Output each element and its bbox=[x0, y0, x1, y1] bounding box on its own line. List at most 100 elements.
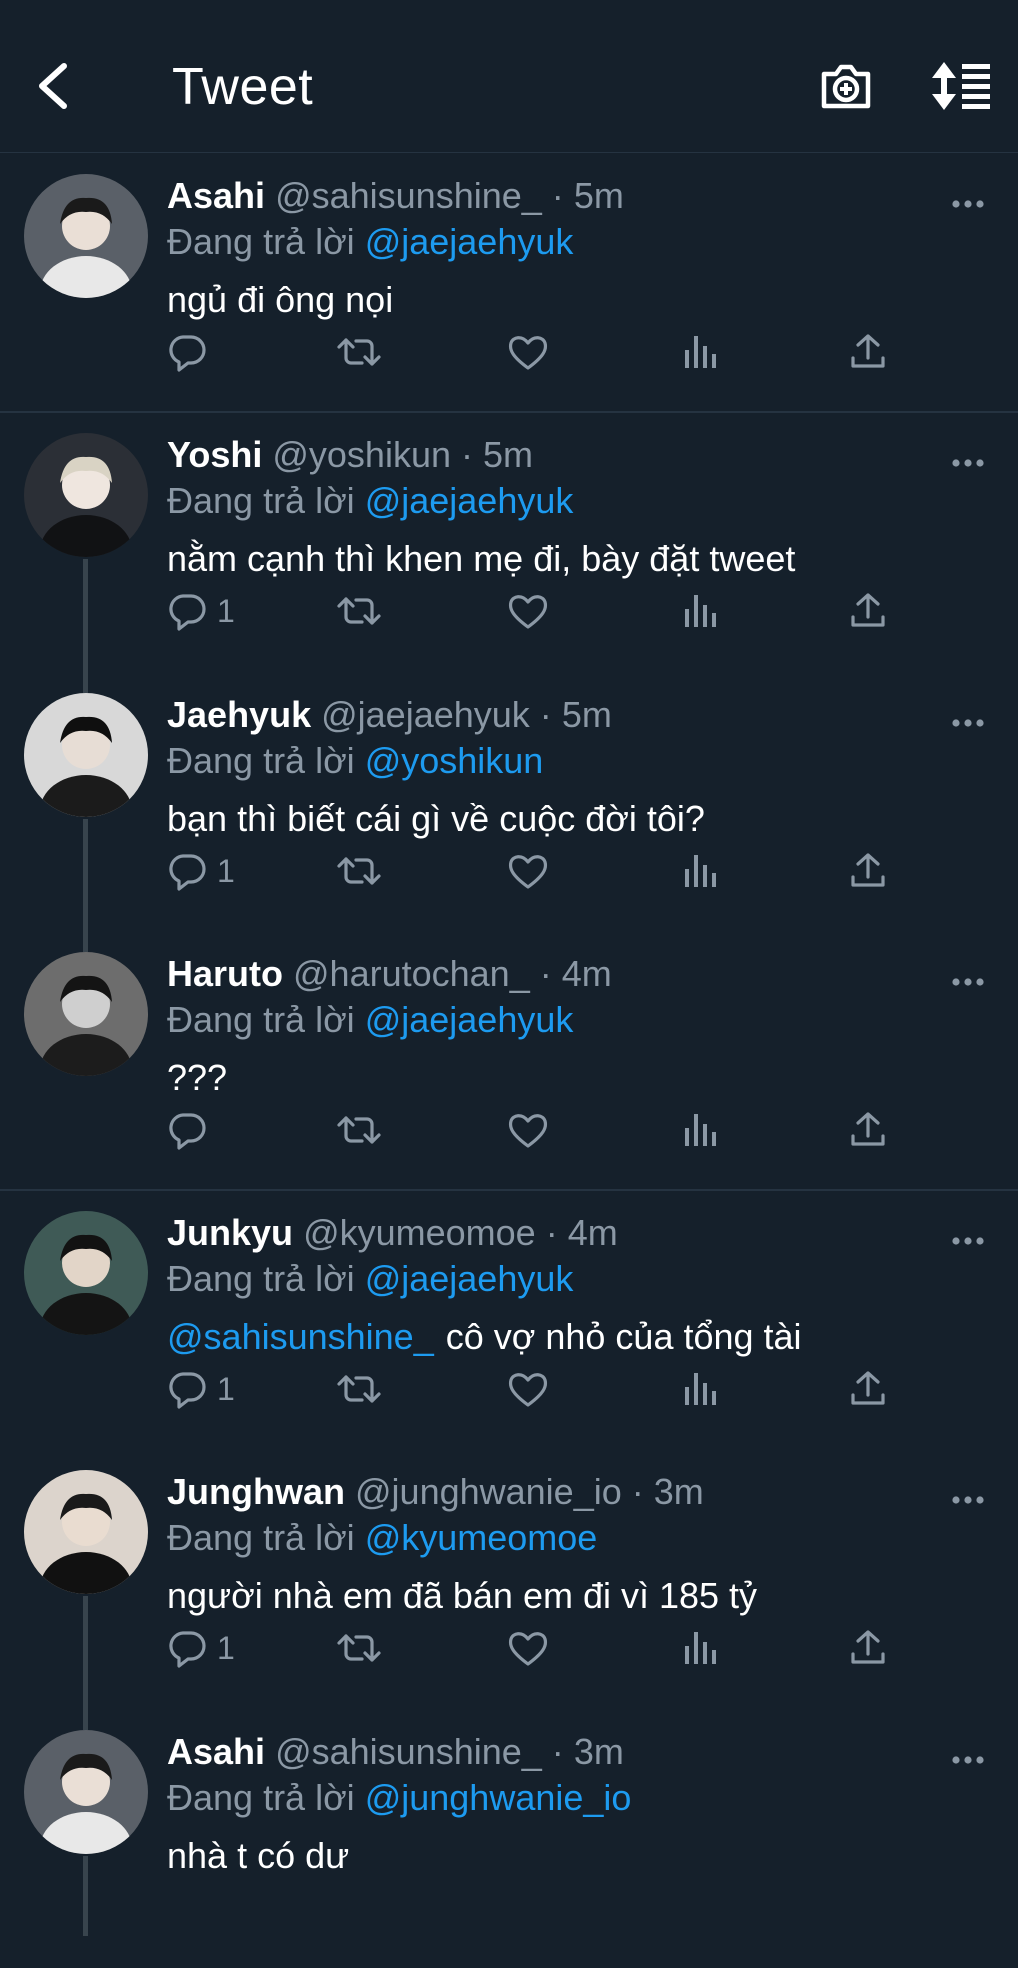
replying-to-handle[interactable]: @jaejaehyuk bbox=[365, 480, 574, 521]
author-name[interactable]: Junkyu bbox=[167, 1212, 293, 1253]
replying-to-handle[interactable]: @jaejaehyuk bbox=[365, 999, 574, 1040]
replying-to-handle[interactable]: @yoshikun bbox=[365, 740, 544, 781]
views-button[interactable] bbox=[682, 586, 718, 636]
tweet-item-7[interactable]: Asahi @sahisunshine_ · 3m Đang trả lời @… bbox=[0, 1708, 1018, 1968]
like-button[interactable] bbox=[507, 1364, 549, 1414]
separator: · bbox=[539, 953, 552, 994]
mention-link[interactable]: @sahisunshine_ bbox=[167, 1316, 434, 1357]
tweet-body: nằm cạnh thì khen mẹ đi, bày đặt tweet bbox=[167, 538, 796, 579]
more-button[interactable] bbox=[952, 1752, 984, 1764]
reply-count: 1 bbox=[217, 593, 235, 629]
replying-to-handle[interactable]: @kyumeomoe bbox=[365, 1517, 598, 1558]
author-handle[interactable]: @sahisunshine_ bbox=[275, 175, 542, 216]
separator: · bbox=[551, 1731, 564, 1772]
avatar[interactable] bbox=[24, 174, 148, 298]
chevron-left-icon bbox=[39, 63, 67, 109]
share-button[interactable] bbox=[850, 846, 886, 896]
more-button[interactable] bbox=[952, 1492, 984, 1504]
timestamp[interactable]: 5m bbox=[483, 434, 533, 475]
views-button[interactable] bbox=[682, 846, 718, 896]
more-button[interactable] bbox=[952, 1233, 984, 1245]
share-button[interactable] bbox=[850, 1623, 886, 1673]
retweet-button[interactable] bbox=[336, 846, 382, 896]
avatar[interactable] bbox=[24, 433, 148, 557]
tweet-body: ??? bbox=[167, 1057, 228, 1098]
avatar[interactable] bbox=[24, 693, 148, 817]
retweet-button[interactable] bbox=[336, 1623, 382, 1673]
tweet-item-5[interactable]: Junkyu @kyumeomoe · 4m Đang trả lời @jae… bbox=[0, 1189, 1018, 1449]
views-button[interactable] bbox=[682, 327, 718, 377]
tweet-item-6[interactable]: Junghwan @junghwanie_io · 3m Đang trả lờ… bbox=[0, 1448, 1018, 1708]
retweet-button[interactable] bbox=[336, 1105, 382, 1155]
replying-to-handle[interactable]: @jaejaehyuk bbox=[365, 221, 574, 262]
tweet-text: người nhà em đã bán em đi vì 185 tỷ bbox=[167, 1572, 757, 1620]
share-icon bbox=[851, 1371, 885, 1405]
separator: · bbox=[461, 434, 474, 475]
author-handle[interactable]: @sahisunshine_ bbox=[275, 1731, 542, 1772]
replying-to: Đang trả lời @jaejaehyuk bbox=[167, 996, 573, 1044]
timestamp[interactable]: 5m bbox=[562, 694, 612, 735]
like-button[interactable] bbox=[507, 586, 549, 636]
author-name[interactable]: Jaehyuk bbox=[167, 694, 311, 735]
author-handle[interactable]: @harutochan_ bbox=[293, 953, 530, 994]
more-button[interactable] bbox=[952, 455, 984, 467]
author-handle[interactable]: @jaejaehyuk bbox=[321, 694, 530, 735]
reply-button[interactable]: 1 bbox=[167, 1623, 235, 1673]
camera-button[interactable] bbox=[818, 58, 874, 114]
share-button[interactable] bbox=[850, 586, 886, 636]
author-name[interactable]: Asahi bbox=[167, 1731, 265, 1772]
reply-icon bbox=[169, 335, 206, 372]
avatar[interactable] bbox=[24, 1470, 148, 1594]
share-button[interactable] bbox=[850, 1364, 886, 1414]
timestamp[interactable]: 5m bbox=[574, 175, 624, 216]
tweet-body: cô vợ nhỏ của tổng tài bbox=[445, 1316, 802, 1357]
retweet-button[interactable] bbox=[336, 327, 382, 377]
avatar[interactable] bbox=[24, 1730, 148, 1854]
reply-icon bbox=[169, 1113, 206, 1150]
views-button[interactable] bbox=[682, 1105, 718, 1155]
tweet-item-3[interactable]: Jaehyuk @jaejaehyuk · 5m Đang trả lời @y… bbox=[0, 671, 1018, 931]
more-button[interactable] bbox=[952, 715, 984, 727]
retweet-button[interactable] bbox=[336, 586, 382, 636]
retweet-button[interactable] bbox=[336, 1364, 382, 1414]
replying-to-handle[interactable]: @jaejaehyuk bbox=[365, 1258, 574, 1299]
sort-button[interactable] bbox=[930, 58, 992, 114]
like-button[interactable] bbox=[507, 1623, 549, 1673]
author-name[interactable]: Yoshi bbox=[167, 434, 262, 475]
avatar[interactable] bbox=[24, 952, 148, 1076]
share-button[interactable] bbox=[850, 1105, 886, 1155]
author-name[interactable]: Haruto bbox=[167, 953, 283, 994]
author-name[interactable]: Asahi bbox=[167, 175, 265, 216]
author-handle[interactable]: @junghwanie_io bbox=[355, 1471, 622, 1512]
share-button[interactable] bbox=[850, 327, 886, 377]
like-button[interactable] bbox=[507, 846, 549, 896]
avatar[interactable] bbox=[24, 1211, 148, 1335]
replying-to: Đang trả lời @junghwanie_io bbox=[167, 1774, 631, 1822]
more-button[interactable] bbox=[952, 974, 984, 986]
tweet-item-2[interactable]: Yoshi @yoshikun · 5m Đang trả lời @jaeja… bbox=[0, 411, 1018, 671]
author-name[interactable]: Junghwan bbox=[167, 1471, 345, 1512]
author-handle[interactable]: @kyumeomoe bbox=[303, 1212, 536, 1253]
views-button[interactable] bbox=[682, 1623, 718, 1673]
author-handle[interactable]: @yoshikun bbox=[272, 434, 451, 475]
timestamp[interactable]: 4m bbox=[568, 1212, 618, 1253]
retweet-icon bbox=[337, 857, 381, 885]
more-button[interactable] bbox=[952, 196, 984, 208]
timestamp[interactable]: 3m bbox=[654, 1471, 704, 1512]
reply-icon bbox=[169, 1372, 206, 1409]
reply-button[interactable]: 1 bbox=[167, 1364, 235, 1414]
timestamp[interactable]: 4m bbox=[562, 953, 612, 994]
tweet-item-1[interactable]: Asahi @sahisunshine_ · 5m Đang trả lời @… bbox=[0, 152, 1018, 412]
tweet-header: Junghwan @junghwanie_io · 3m bbox=[167, 1468, 704, 1516]
reply-button[interactable]: 1 bbox=[167, 586, 235, 636]
back-button[interactable] bbox=[28, 56, 78, 116]
reply-button[interactable] bbox=[167, 327, 217, 377]
like-button[interactable] bbox=[507, 1105, 549, 1155]
tweet-item-4[interactable]: Haruto @harutochan_ · 4m Đang trả lời @j… bbox=[0, 930, 1018, 1190]
views-button[interactable] bbox=[682, 1364, 718, 1414]
reply-button[interactable]: 1 bbox=[167, 846, 235, 896]
reply-button[interactable] bbox=[167, 1105, 217, 1155]
timestamp[interactable]: 3m bbox=[574, 1731, 624, 1772]
like-button[interactable] bbox=[507, 327, 549, 377]
replying-to-handle[interactable]: @junghwanie_io bbox=[365, 1777, 632, 1818]
